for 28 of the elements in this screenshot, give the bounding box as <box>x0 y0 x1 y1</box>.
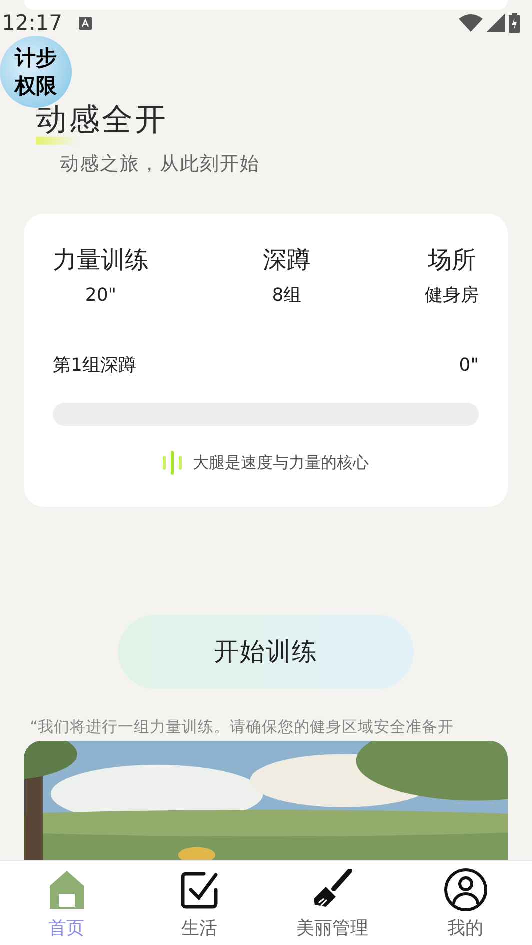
page-subtitle: 动感之旅，从此刻开始 <box>59 152 261 177</box>
stat-value: 8组 <box>272 284 302 308</box>
battery-icon <box>509 13 520 33</box>
stat-value: 20" <box>85 284 117 308</box>
badge-text: 权限 <box>15 73 57 100</box>
sound-bars-icon <box>163 450 185 474</box>
home-icon <box>48 870 84 910</box>
tab-item[interactable]: 美丽管理 <box>278 867 388 945</box>
tab-item[interactable]: 我的 <box>410 867 520 945</box>
start-button[interactable]: 开始训练 <box>118 614 414 688</box>
title-highlight <box>36 137 78 145</box>
tab-item[interactable]: 首页 <box>12 867 122 945</box>
set-label: 第1组深蹲 <box>53 354 136 378</box>
badge-text: 计步 <box>15 45 57 72</box>
set-time: 0" <box>459 354 479 378</box>
keyboard-icon <box>78 16 92 30</box>
tab-item[interactable]: 生活 <box>144 867 254 945</box>
checkbox-icon <box>180 870 220 910</box>
wifi-icon <box>459 14 483 32</box>
tip-text: 大腿是速度与力量的核心 <box>193 452 369 474</box>
stat-label: 场所 <box>428 244 476 276</box>
stat-label: 深蹲 <box>263 244 311 276</box>
stat-value: 健身房 <box>425 284 479 308</box>
quote-text: “我们将进行一组力量训练。请确保您的健身区域安全准备开 <box>29 716 456 738</box>
status-time: 12:17 <box>2 12 63 34</box>
signal-icon <box>487 14 505 32</box>
stat-label: 力量训练 <box>53 244 149 276</box>
user-icon <box>444 868 488 912</box>
